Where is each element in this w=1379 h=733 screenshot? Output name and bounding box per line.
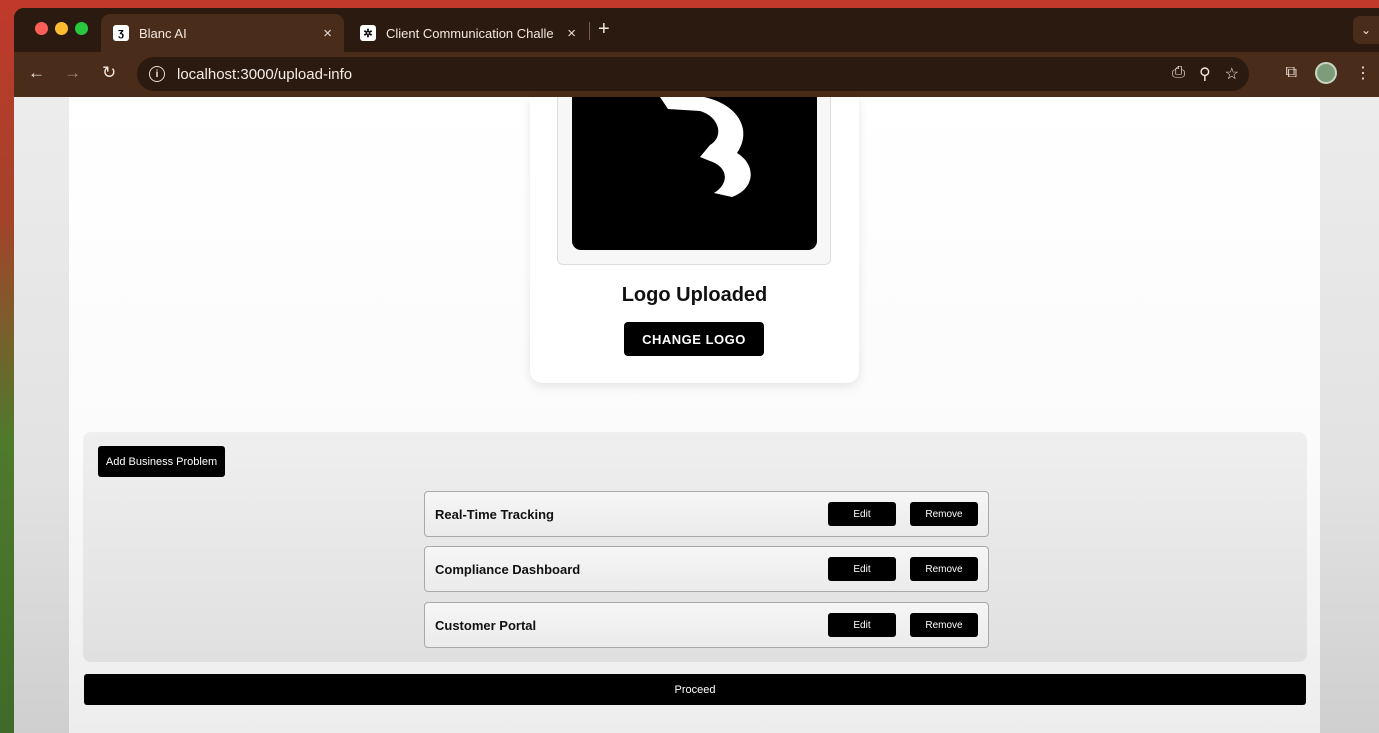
edit-button[interactable]: Edit xyxy=(828,502,896,526)
remove-button[interactable]: Remove xyxy=(910,557,978,581)
openai-icon: ✲ xyxy=(360,25,376,41)
close-window-button[interactable] xyxy=(35,22,48,35)
tab-search-button[interactable]: ⌄ xyxy=(1353,16,1379,44)
browser-toolbar: ← → ↻ i localhost:3000/upload-info ⎙ ⚲ ☆… xyxy=(14,52,1379,97)
problem-name: Compliance Dashboard xyxy=(435,561,581,577)
close-icon[interactable]: × xyxy=(323,25,332,42)
back-arrow-icon[interactable]: ← xyxy=(28,63,45,83)
address-bar[interactable]: i localhost:3000/upload-info ⎙ ⚲ ☆ xyxy=(137,57,1249,91)
list-item: Customer Portal Edit Remove xyxy=(424,602,989,648)
remove-button[interactable]: Remove xyxy=(910,502,978,526)
tab-client-communication[interactable]: ✲ Client Communication Challe × xyxy=(348,14,588,52)
logo-card: Logo Uploaded CHANGE LOGO xyxy=(530,97,859,383)
logo-preview-frame xyxy=(557,97,831,265)
close-icon[interactable]: × xyxy=(567,25,576,42)
address-text[interactable]: localhost:3000/upload-info xyxy=(177,66,352,83)
tab-title: Blanc AI xyxy=(139,25,187,41)
remove-button[interactable]: Remove xyxy=(910,613,978,637)
new-tab-button[interactable]: + xyxy=(598,18,610,41)
problem-name: Real-Time Tracking xyxy=(435,506,554,522)
upload-info-page: Logo Uploaded CHANGE LOGO Add Business P… xyxy=(69,97,1320,733)
uploaded-logo-image xyxy=(572,97,817,250)
tab-strip: ʒ Blanc AI × ✲ Client Communication Chal… xyxy=(14,8,1379,52)
more-menu-icon[interactable]: ⋮ xyxy=(1355,63,1371,83)
minimize-window-button[interactable] xyxy=(55,22,68,35)
bookmark-star-icon[interactable]: ☆ xyxy=(1225,64,1239,84)
blanc-logo-icon: ʒ xyxy=(113,25,129,41)
browser-window: ʒ Blanc AI × ✲ Client Communication Chal… xyxy=(14,8,1379,733)
blanc-logo-icon xyxy=(660,97,751,197)
edit-button[interactable]: Edit xyxy=(828,613,896,637)
edit-button[interactable]: Edit xyxy=(828,557,896,581)
add-business-problem-button[interactable]: Add Business Problem xyxy=(98,446,225,477)
site-info-icon[interactable]: i xyxy=(149,66,165,82)
zoom-icon[interactable]: ⚲ xyxy=(1199,64,1211,84)
logo-status-title: Logo Uploaded xyxy=(621,284,768,306)
page-viewport: Logo Uploaded CHANGE LOGO Add Business P… xyxy=(14,97,1379,733)
reload-icon[interactable]: ↻ xyxy=(102,63,116,83)
business-problems-panel: Add Business Problem Real-Time Tracking … xyxy=(83,432,1307,662)
tab-divider xyxy=(589,22,590,40)
tab-blanc-ai[interactable]: ʒ Blanc AI × xyxy=(101,14,344,52)
list-item: Real-Time Tracking Edit Remove xyxy=(424,491,989,537)
profile-avatar[interactable] xyxy=(1315,62,1337,84)
proceed-button[interactable]: Proceed xyxy=(84,674,1306,705)
tab-title: Client Communication Challe xyxy=(386,25,554,41)
list-item: Compliance Dashboard Edit Remove xyxy=(424,546,989,592)
change-logo-button[interactable]: CHANGE LOGO xyxy=(624,322,764,356)
forward-arrow-icon[interactable]: → xyxy=(64,63,81,83)
problem-name: Customer Portal xyxy=(435,617,537,633)
extensions-icon[interactable]: ⧉ xyxy=(1286,64,1297,82)
install-app-icon[interactable]: ⎙ xyxy=(1172,64,1185,84)
maximize-window-button[interactable] xyxy=(75,22,88,35)
